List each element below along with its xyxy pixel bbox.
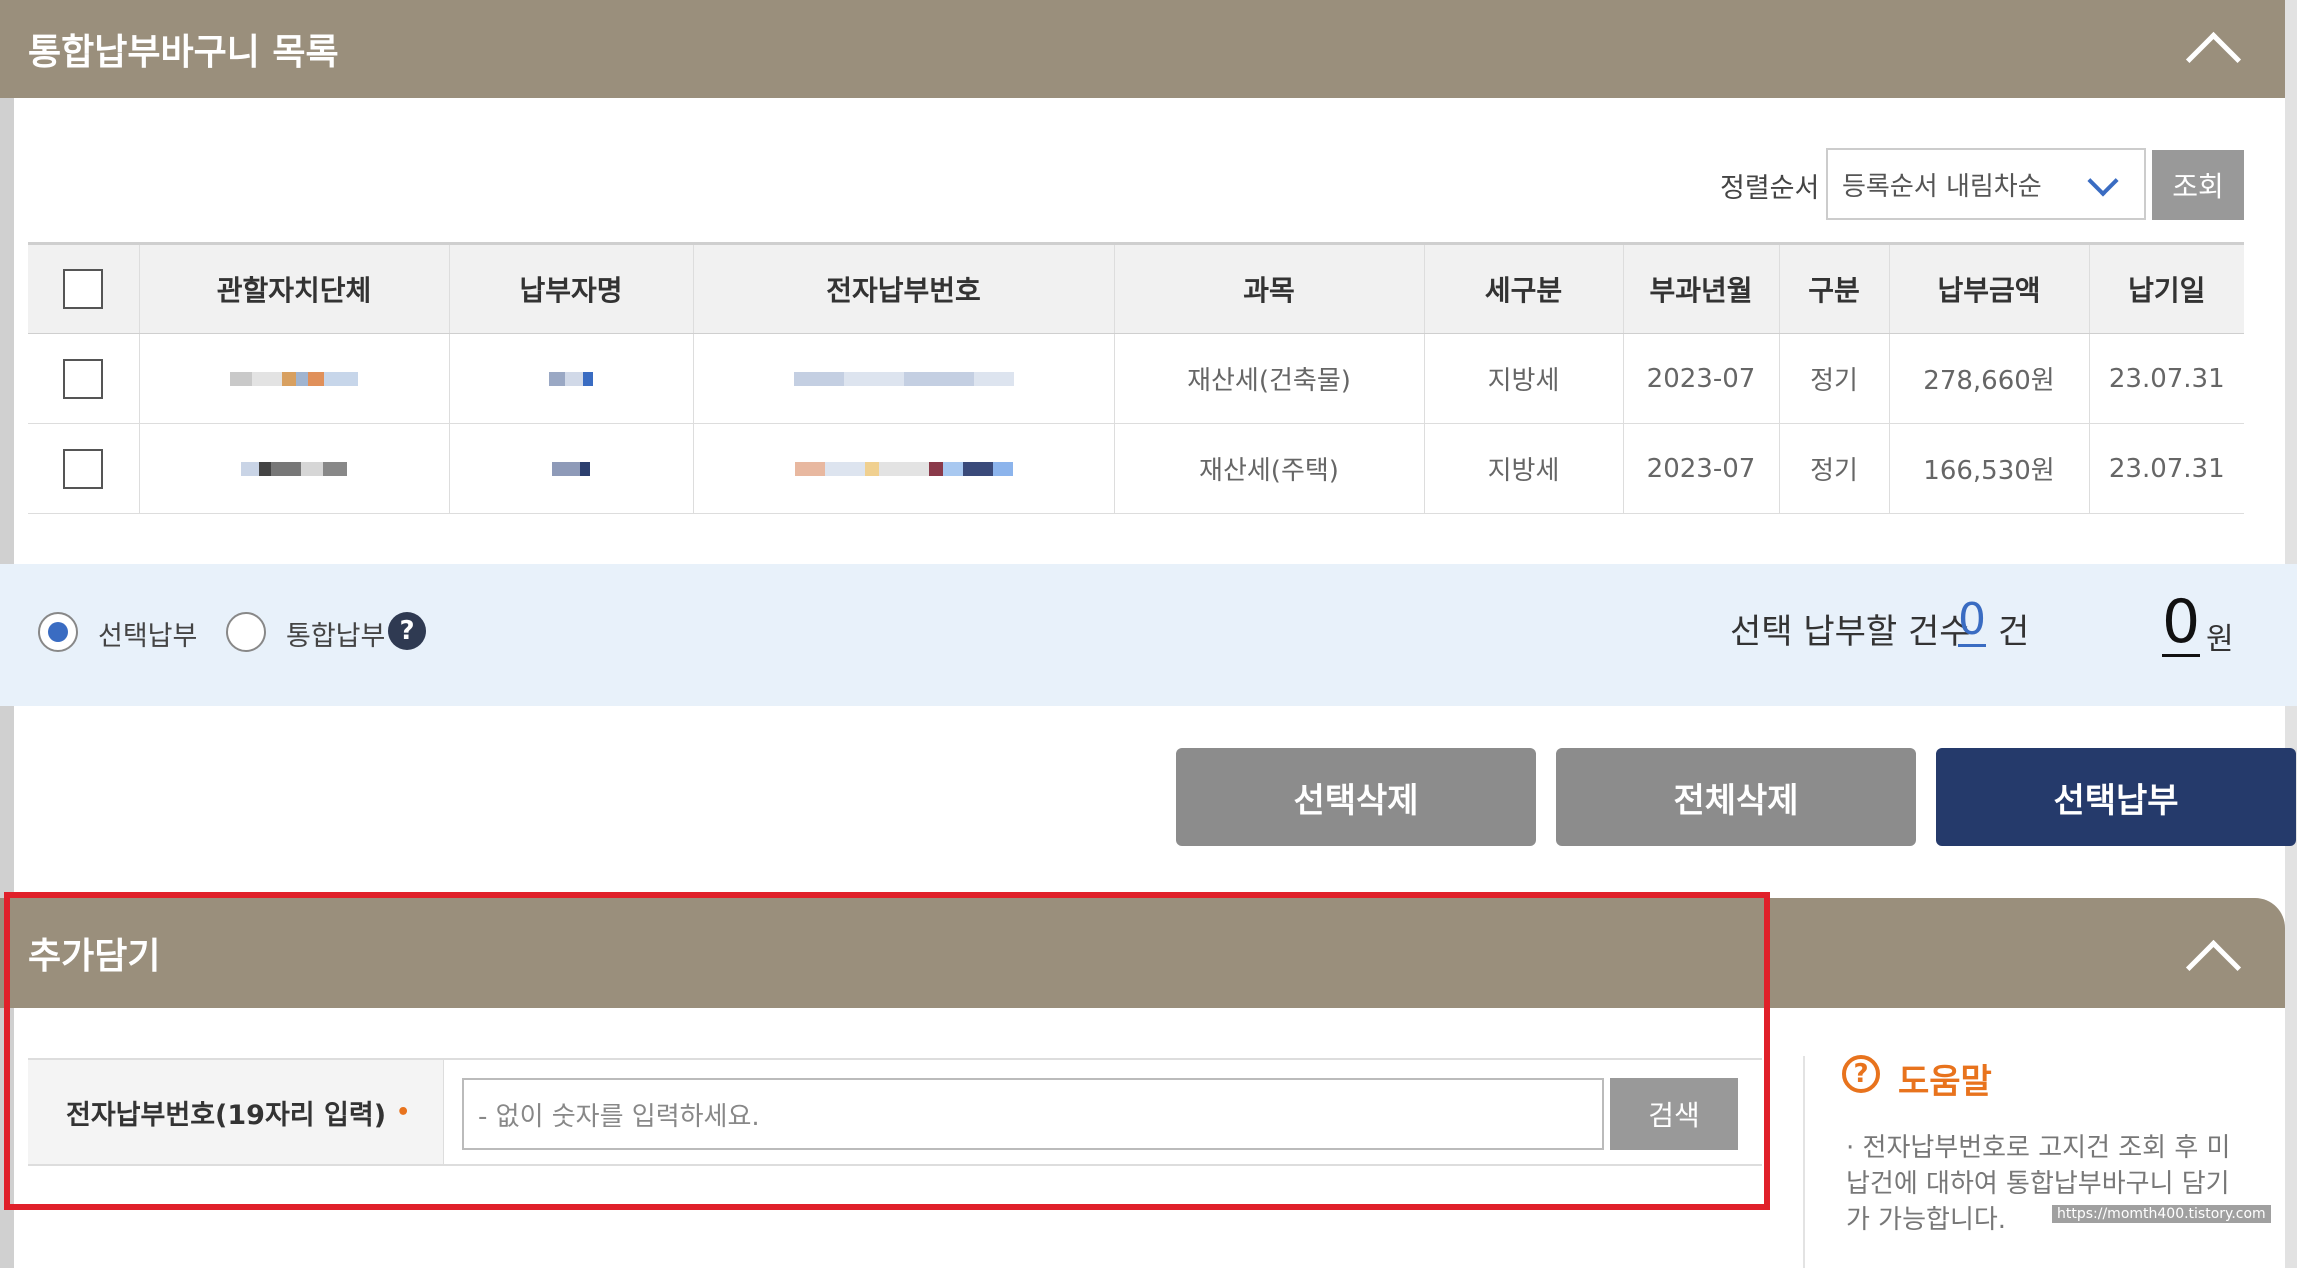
search-button[interactable]: 검색 xyxy=(1610,1078,1738,1150)
cell-tax-type: 지방세 xyxy=(1424,423,1624,514)
chevron-down-icon xyxy=(2087,165,2119,197)
cell-amount: 278,660원 xyxy=(1889,333,2090,424)
radio-integrated-payment[interactable] xyxy=(226,612,266,652)
sort-label: 정렬순서 xyxy=(1720,173,1820,204)
sort-selected-value: 등록순서 내림차순 xyxy=(1842,171,2042,202)
table-row[interactable]: 재산세(주택) 지방세 2023-07 정기 166,530원 23.07.31 xyxy=(28,423,2244,514)
table-row[interactable]: 재산세(건축물) 지방세 2023-07 정기 278,660원 23.07.3… xyxy=(28,333,2244,424)
selected-count-value: 0 xyxy=(1958,594,1986,647)
col-header-payer: 납부자명 xyxy=(449,242,694,334)
query-button[interactable]: 조회 xyxy=(2152,150,2244,220)
cell-category: 정기 xyxy=(1779,423,1890,514)
delete-selected-button[interactable]: 선택삭제 xyxy=(1176,748,1536,846)
col-header-category: 구분 xyxy=(1779,242,1890,334)
cell-levy-month: 2023-07 xyxy=(1623,333,1780,424)
cell-due-date: 23.07.31 xyxy=(2089,333,2244,424)
page: 통합납부바구니 목록 정렬순서 등록순서 내림차순 조회 관할자치단체 납부자명… xyxy=(0,0,2297,1268)
col-header-due-date: 납기일 xyxy=(2089,242,2244,334)
help-question-icon: ? xyxy=(1842,1055,1880,1093)
redacted-payer xyxy=(449,423,694,514)
col-header-payment-number: 전자납부번호 xyxy=(693,242,1115,334)
cell-tax-type: 지방세 xyxy=(1424,333,1624,424)
cell-amount: 166,530원 xyxy=(1889,423,2090,514)
payment-number-label: 전자납부번호(19자리 입력) xyxy=(66,1099,387,1131)
row-checkbox-cell xyxy=(28,333,140,424)
delete-all-button[interactable]: 전체삭제 xyxy=(1556,748,1916,846)
pay-selected-button[interactable]: 선택납부 xyxy=(1936,748,2296,846)
collapse-add-chevron-up-icon[interactable] xyxy=(2185,939,2242,996)
basket-panel-header: 통합납부바구니 목록 xyxy=(0,0,2285,98)
add-title: 추가담기 xyxy=(28,936,161,977)
redacted-jurisdiction xyxy=(139,333,450,424)
cell-levy-month: 2023-07 xyxy=(1623,423,1780,514)
cell-subject: 재산세(건축물) xyxy=(1114,333,1425,424)
sort-order-select[interactable]: 등록순서 내림차순 xyxy=(1826,148,2146,220)
select-all-cell xyxy=(28,242,140,334)
basket-title: 통합납부바구니 목록 xyxy=(28,32,339,73)
radio-integrated-payment-label[interactable]: 통합납부 xyxy=(286,614,385,653)
radio-selected-payment-label[interactable]: 선택납부 xyxy=(98,614,197,653)
select-all-checkbox[interactable] xyxy=(63,269,104,309)
watermark: https://momth400.tistory.com xyxy=(2052,1205,2271,1223)
row-checkbox-cell xyxy=(28,423,140,514)
collapse-basket-chevron-up-icon[interactable] xyxy=(2185,31,2242,88)
selected-count-label: 선택 납부할 건수 xyxy=(1730,612,1971,652)
payment-number-placeholder: - 없이 숫자를 입력하세요. xyxy=(478,1101,760,1132)
cell-category: 정기 xyxy=(1779,333,1890,424)
help-title: 도움말 xyxy=(1898,1062,1992,1102)
col-header-amount: 납부금액 xyxy=(1889,242,2090,334)
required-mark: • xyxy=(396,1099,411,1125)
row-checkbox[interactable] xyxy=(63,448,104,489)
add-panel-header: 추가담기 xyxy=(0,898,2285,1008)
selected-amount-unit: 원 xyxy=(2206,622,2234,657)
cell-due-date: 23.07.31 xyxy=(2089,423,2244,514)
row-checkbox[interactable] xyxy=(63,358,104,399)
help-divider xyxy=(1803,1056,1805,1268)
col-header-levy-month: 부과년월 xyxy=(1623,242,1780,334)
col-header-subject: 과목 xyxy=(1114,242,1425,334)
question-circle-icon[interactable]: ? xyxy=(388,612,426,650)
redacted-payment-number xyxy=(693,333,1115,424)
payment-number-input[interactable]: - 없이 숫자를 입력하세요. xyxy=(462,1078,1604,1150)
col-header-jurisdiction: 관할자치단체 xyxy=(139,242,450,334)
redacted-jurisdiction xyxy=(139,423,450,514)
table-header-row: 관할자치단체 납부자명 전자납부번호 과목 세구분 부과년월 구분 납부금액 납… xyxy=(28,242,2244,334)
cell-subject: 재산세(주택) xyxy=(1114,423,1425,514)
redacted-payer xyxy=(449,333,694,424)
radio-selected-payment[interactable] xyxy=(38,612,78,652)
selected-amount-value: 0 xyxy=(2162,587,2201,657)
payment-number-label-cell: 전자납부번호(19자리 입력) • xyxy=(28,1060,444,1164)
col-header-tax-type: 세구분 xyxy=(1424,242,1624,334)
redacted-payment-number xyxy=(693,423,1115,514)
basket-table: 관할자치단체 납부자명 전자납부번호 과목 세구분 부과년월 구분 납부금액 납… xyxy=(28,242,2244,514)
selected-count-unit: 건 xyxy=(1998,612,2030,652)
